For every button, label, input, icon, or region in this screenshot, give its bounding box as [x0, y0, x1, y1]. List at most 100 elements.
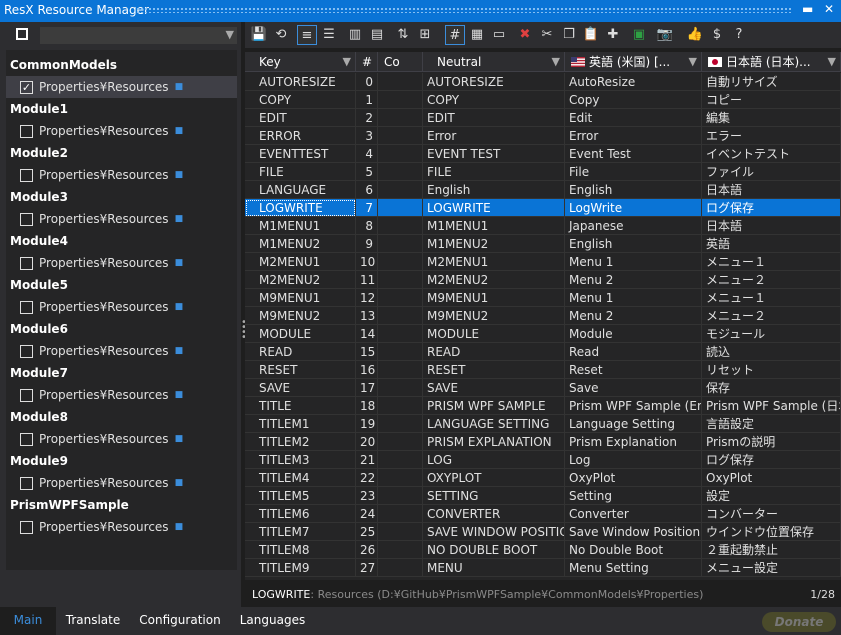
key-cell[interactable]: M2MENU2 [245, 271, 356, 289]
table-row[interactable]: EVENTTEST 4 EVENT TEST Event Test イベントテスト [245, 145, 841, 163]
key-cell[interactable]: AUTORESIZE [245, 73, 356, 91]
comment-cell[interactable] [378, 361, 423, 379]
index-cell[interactable]: 22 [356, 469, 378, 487]
index-cell[interactable]: 27 [356, 559, 378, 577]
english-cell[interactable]: Save Window Position [565, 523, 702, 541]
resource-checkbox[interactable] [20, 300, 33, 314]
english-cell[interactable]: Save [565, 379, 702, 397]
table-row[interactable]: TITLEM6 24 CONVERTER Converter コンバーター [245, 505, 841, 523]
japanese-cell[interactable]: メニュー１ [702, 253, 841, 271]
key-cell[interactable]: TITLEM1 [245, 415, 356, 433]
table-row[interactable]: SAVE 17 SAVE Save 保存 [245, 379, 841, 397]
index-cell[interactable]: 19 [356, 415, 378, 433]
comment-cell[interactable] [378, 397, 423, 415]
index-cell[interactable]: 17 [356, 379, 378, 397]
key-cell[interactable]: FILE [245, 163, 356, 181]
table-row[interactable]: M2MENU2 11 M2MENU2 Menu 2 メニュー２ [245, 271, 841, 289]
english-cell[interactable]: Setting [565, 487, 702, 505]
filter-icon[interactable]: ▼ [552, 52, 560, 72]
comment-cell[interactable] [378, 271, 423, 289]
english-cell[interactable]: Prism Explanation [565, 433, 702, 451]
japanese-cell[interactable]: メニュー２ [702, 307, 841, 325]
comment-cell[interactable] [378, 73, 423, 91]
neutral-cell[interactable]: M9MENU2 [423, 307, 565, 325]
filter-icon[interactable]: ▼ [343, 52, 351, 72]
key-cell[interactable]: TITLEM9 [245, 559, 356, 577]
english-cell[interactable]: Error [565, 127, 702, 145]
comment-cell[interactable] [378, 505, 423, 523]
resource-file-item[interactable]: Properties¥Resources ■ [6, 208, 237, 230]
table-row[interactable]: TITLEM5 23 SETTING Setting 設定 [245, 487, 841, 505]
table-row[interactable]: TITLEM3 21 LOG Log ログ保存 [245, 451, 841, 469]
neutral-cell[interactable]: SAVE [423, 379, 565, 397]
tab-languages[interactable]: Languages [230, 607, 315, 635]
neutral-cell[interactable]: Error [423, 127, 565, 145]
neutral-cell[interactable]: PRISM WPF SAMPLE [423, 397, 565, 415]
table-row[interactable]: MODULE 14 MODULE Module モジュール [245, 325, 841, 343]
neutral-cell[interactable]: COPY [423, 91, 565, 109]
key-cell[interactable]: MODULE [245, 325, 356, 343]
comment-cell[interactable] [378, 235, 423, 253]
resource-checkbox[interactable] [20, 432, 33, 446]
japanese-cell[interactable]: メニュー設定 [702, 559, 841, 577]
resource-file-item[interactable]: ✓ Properties¥Resources ■ [6, 76, 237, 98]
invariant-icon[interactable]: ▭ [489, 25, 509, 45]
neutral-cell[interactable]: NO DOUBLE BOOT [423, 541, 565, 559]
key-cell[interactable]: M1MENU2 [245, 235, 356, 253]
tab-translate[interactable]: Translate [56, 607, 130, 635]
filter-icon[interactable]: ▼ [689, 52, 697, 72]
table-row[interactable]: EDIT 2 EDIT Edit 編集 [245, 109, 841, 127]
resource-checkbox[interactable] [20, 476, 33, 490]
key-cell[interactable]: TITLEM3 [245, 451, 356, 469]
neutral-cell[interactable]: MODULE [423, 325, 565, 343]
japanese-cell[interactable]: ログ保存 [702, 451, 841, 469]
resource-checkbox[interactable] [20, 520, 33, 534]
key-cell[interactable]: TITLEM6 [245, 505, 356, 523]
table-row[interactable]: TITLEM7 25 SAVE WINDOW POSITION Save Window… [245, 523, 841, 541]
index-cell[interactable]: 24 [356, 505, 378, 523]
neutral-cell[interactable]: AUTORESIZE [423, 73, 565, 91]
japanese-cell[interactable]: イベントテスト [702, 145, 841, 163]
comment-cell[interactable] [378, 163, 423, 181]
comment-cell[interactable] [378, 91, 423, 109]
comment-cell[interactable] [378, 109, 423, 127]
minimize-button[interactable]: ▬ [802, 2, 813, 16]
table-row[interactable]: M2MENU1 10 M2MENU1 Menu 1 メニュー１ [245, 253, 841, 271]
index-cell[interactable]: 20 [356, 433, 378, 451]
table-row[interactable]: LANGUAGE 6 English English 日本語 [245, 181, 841, 199]
english-cell[interactable]: Language Setting [565, 415, 702, 433]
neutral-cell[interactable]: FILE [423, 163, 565, 181]
module-filter-input[interactable]: ▼ [40, 27, 237, 44]
japanese-cell[interactable]: モジュール [702, 325, 841, 343]
table-row[interactable]: COPY 1 COPY Copy コピー [245, 91, 841, 109]
comment-cell[interactable] [378, 469, 423, 487]
neutral-cell[interactable]: English [423, 181, 565, 199]
key-cell[interactable]: TITLEM2 [245, 433, 356, 451]
english-cell[interactable]: No Double Boot [565, 541, 702, 559]
key-column-header[interactable]: Key ▼ [245, 52, 356, 72]
resource-file-item[interactable]: Properties¥Resources ■ [6, 340, 237, 362]
table-row[interactable]: AUTORESIZE 0 AUTORESIZE AutoResize 自動リサイズ [245, 73, 841, 91]
resource-checkbox[interactable] [20, 344, 33, 358]
index-cell[interactable]: 12 [356, 289, 378, 307]
key-cell[interactable]: LANGUAGE [245, 181, 356, 199]
neutral-cell[interactable]: M1MENU1 [423, 217, 565, 235]
index-cell[interactable]: 14 [356, 325, 378, 343]
index-cell[interactable]: 18 [356, 397, 378, 415]
neutral-cell[interactable]: LOG [423, 451, 565, 469]
comment-cell[interactable] [378, 289, 423, 307]
column-select-icon[interactable]: ▥ [345, 25, 365, 45]
english-cell[interactable]: Converter [565, 505, 702, 523]
index-cell[interactable]: 21 [356, 451, 378, 469]
neutral-cell[interactable]: OXYPLOT [423, 469, 565, 487]
japanese-cell[interactable]: リセット [702, 361, 841, 379]
english-cell[interactable]: AutoResize [565, 73, 702, 91]
neutral-cell[interactable]: M1MENU2 [423, 235, 565, 253]
english-cell[interactable]: File [565, 163, 702, 181]
cut-icon[interactable]: ✂ [537, 25, 557, 45]
comment-cell[interactable] [378, 433, 423, 451]
english-cell[interactable]: Copy [565, 91, 702, 109]
english-cell[interactable]: Menu 1 [565, 289, 702, 307]
index-cell[interactable]: 13 [356, 307, 378, 325]
comment-cell[interactable] [378, 181, 423, 199]
